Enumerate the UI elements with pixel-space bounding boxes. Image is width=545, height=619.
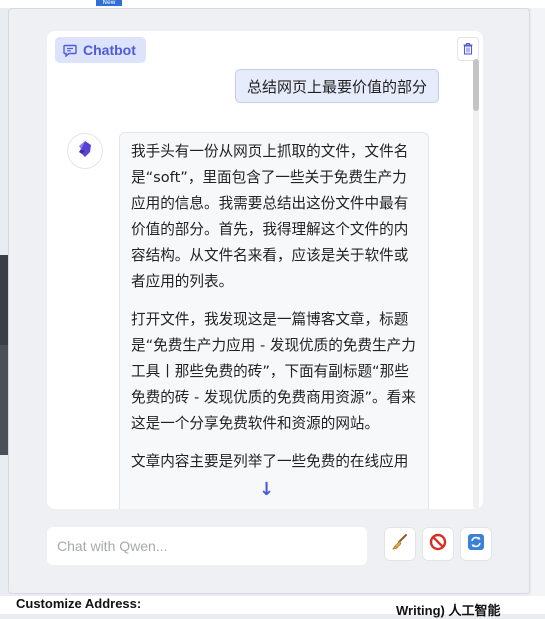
qwen-logo-icon: [76, 140, 94, 162]
background-page-top: [0, 0, 545, 8]
user-message: 总结网页上最要价值的部分: [235, 69, 440, 103]
bot-avatar: [67, 133, 103, 169]
stop-icon: [429, 533, 447, 555]
stop-generation-button[interactable]: [422, 527, 454, 561]
chat-scrollbar[interactable]: [473, 59, 479, 509]
chat-input[interactable]: [47, 527, 367, 565]
chat-input-row: [47, 527, 527, 567]
bot-paragraph: 我手头有一份从网页上抓取的文件，文件名是“soft”，里面包含了一些关于免费生产…: [131, 143, 409, 290]
new-badge: New: [96, 0, 122, 6]
background-image-strip: [0, 255, 8, 345]
broom-icon: [391, 533, 409, 555]
regenerate-button[interactable]: [460, 527, 492, 561]
arrow-down-icon[interactable]: ↓: [259, 479, 274, 500]
user-message-text: 总结网页上最要价值的部分: [247, 77, 428, 96]
chatbot-label-text: Chatbot: [83, 42, 136, 58]
chatbot-label: Chatbot: [55, 37, 146, 63]
clear-chat-button[interactable]: [384, 527, 416, 561]
bot-paragraph: 文章内容主要是列举了一些免费的在线应用: [131, 453, 409, 470]
refresh-icon: [467, 533, 485, 555]
background-page-text: Writing) 人工智能: [396, 603, 501, 618]
chat-bubble-icon: [63, 44, 77, 57]
background-image-strip: [0, 345, 8, 455]
trash-icon: [463, 40, 473, 59]
chat-scrollbar-thumb[interactable]: [473, 59, 479, 111]
bot-paragraph: 打开文件，我发现这是一篇博客文章，标题是“免费生产力应用 - 发现优质的免费生产…: [131, 311, 416, 432]
chatbot-popup: Chatbot 总结网页上最要价值的部分 我手头有一份从网页上抓取的文件，文件名…: [8, 8, 530, 594]
clear-history-button[interactable]: [457, 37, 479, 61]
bot-message: 我手头有一份从网页上抓取的文件，文件名是“soft”，里面包含了一些关于免费生产…: [119, 132, 429, 509]
background-page-right: [531, 8, 545, 598]
background-page-text: Customize Address:: [16, 596, 142, 611]
chat-history-panel: Chatbot 总结网页上最要价值的部分 我手头有一份从网页上抓取的文件，文件名…: [47, 31, 483, 509]
